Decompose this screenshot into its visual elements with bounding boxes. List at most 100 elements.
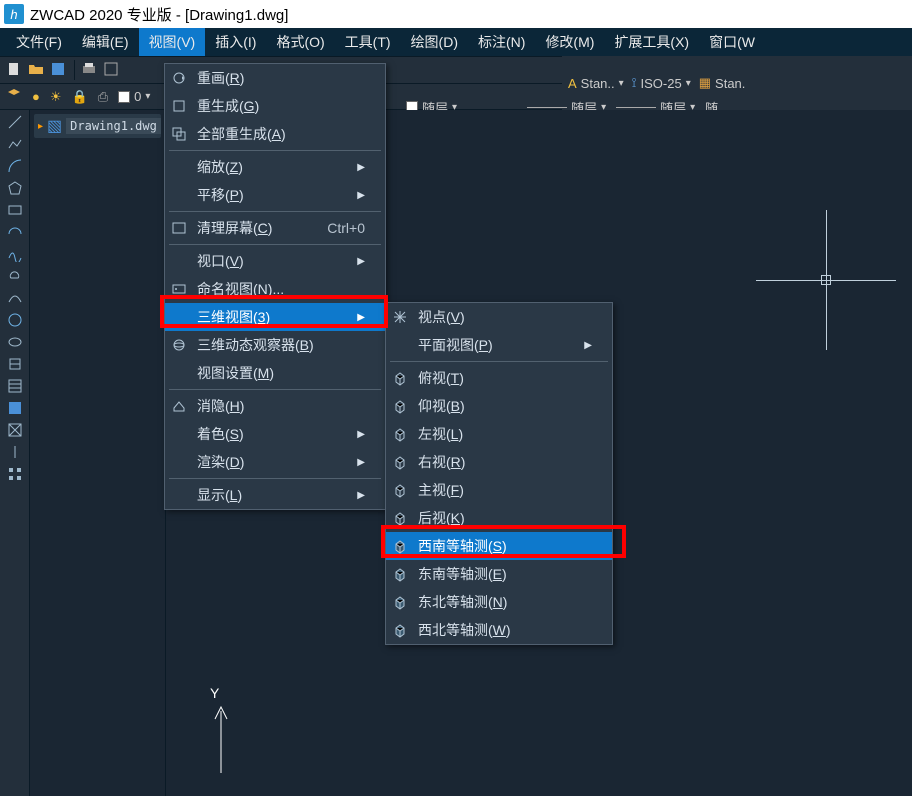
menu-item[interactable]: 左视(L): [386, 420, 612, 448]
ellipse-icon[interactable]: [7, 334, 23, 350]
menu-item[interactable]: 渲染(D)▶: [165, 448, 385, 476]
line-icon[interactable]: [7, 114, 23, 130]
layer-combo[interactable]: 0▾: [118, 89, 150, 104]
menu-item[interactable]: 俯视(T): [386, 364, 612, 392]
menu-item[interactable]: 仰视(B): [386, 392, 612, 420]
menu-item[interactable]: 全部重生成(A): [165, 120, 385, 148]
menu-item-label: 显示(L): [193, 485, 345, 505]
polygon-icon[interactable]: [7, 180, 23, 196]
menu-item-label: 俯视(T): [414, 368, 592, 388]
menu-separator: [390, 361, 608, 362]
print-layer-icon[interactable]: ⎙: [98, 89, 108, 105]
menu-item[interactable]: 文件(F): [6, 28, 72, 56]
lock-icon[interactable]: 🔒: [72, 89, 88, 105]
file-name: Drawing1.dwg: [66, 118, 161, 134]
menu-item[interactable]: 视图设置(M): [165, 359, 385, 387]
menu-accelerator: Ctrl+0: [303, 220, 365, 236]
submenu-arrow-icon: ▶: [345, 457, 365, 468]
menu-separator: [169, 211, 381, 212]
table-style-combo[interactable]: ▦Stan.: [699, 75, 746, 91]
text-style-combo[interactable]: AStan..▾: [568, 76, 624, 91]
expand-icon: ▸: [38, 121, 43, 132]
arc-icon[interactable]: [7, 158, 23, 174]
menu-item[interactable]: 显示(L)▶: [165, 481, 385, 509]
lightbulb-icon[interactable]: ●: [32, 89, 40, 104]
block-icon[interactable]: [7, 356, 23, 372]
submenu-arrow-icon: ▶: [345, 490, 365, 501]
menu-item[interactable]: 着色(S)▶: [165, 420, 385, 448]
save-icon[interactable]: [50, 61, 68, 79]
menu-item[interactable]: 视点(V): [386, 303, 612, 331]
menu-item[interactable]: 三维动态观察器(B): [165, 331, 385, 359]
line2-icon[interactable]: [7, 444, 23, 460]
polyline-icon[interactable]: [7, 136, 23, 152]
layer-icon[interactable]: [6, 87, 22, 106]
menu-bar: 文件(F)编辑(E)视图(V)插入(I)格式(O)工具(T)绘图(D)标注(N)…: [0, 28, 912, 56]
menu-item-label: 视口(V): [193, 251, 345, 271]
menu-item[interactable]: 西北等轴测(W): [386, 616, 612, 644]
menu-item[interactable]: 主视(F): [386, 476, 612, 504]
dim-style-combo[interactable]: ⟟ISO-25▾: [632, 75, 691, 91]
menu-item[interactable]: 东南等轴测(E): [386, 560, 612, 588]
spline-icon[interactable]: [7, 246, 23, 262]
grid-icon[interactable]: [7, 466, 23, 482]
menu-item[interactable]: 工具(T): [335, 28, 401, 56]
menu-item[interactable]: 西南等轴测(S): [386, 532, 612, 560]
menu-item[interactable]: 格式(O): [266, 28, 334, 56]
menu-item[interactable]: 扩展工具(X): [604, 28, 699, 56]
hide-icon: [165, 398, 193, 414]
menu-item[interactable]: 编辑(E): [72, 28, 139, 56]
title-bar: h ZWCAD 2020 专业版 - [Drawing1.dwg]: [0, 0, 912, 28]
bottom-icon: [386, 398, 414, 414]
preview-icon[interactable]: [103, 61, 121, 79]
menu-item[interactable]: 重画(R): [165, 64, 385, 92]
menu-item[interactable]: 视口(V)▶: [165, 247, 385, 275]
menu-item-label: 三维动态观察器(B): [193, 335, 365, 355]
menu-item[interactable]: 平面视图(P)▶: [386, 331, 612, 359]
ucs-y-label: Y: [210, 685, 236, 701]
print-icon[interactable]: [81, 61, 99, 79]
submenu-arrow-icon: ▶: [345, 256, 365, 267]
file-tab[interactable]: ▸ ▧ Drawing1.dwg: [34, 114, 161, 138]
menu-item[interactable]: 视图(V): [139, 28, 206, 56]
cloud-icon[interactable]: [7, 268, 23, 284]
menu-item[interactable]: 消隐(H): [165, 392, 385, 420]
menu-item[interactable]: 命名视图(N)...: [165, 275, 385, 303]
submenu-arrow-icon: ▶: [345, 190, 365, 201]
menu-item[interactable]: 绘图(D): [401, 28, 468, 56]
menu-item[interactable]: 缩放(Z)▶: [165, 153, 385, 181]
menu-item[interactable]: 三维视图(3)▶: [165, 303, 385, 331]
menu-item-label: 平面视图(P): [414, 335, 572, 355]
layer-name: 0: [134, 89, 141, 104]
menu-item[interactable]: 窗口(W: [699, 28, 765, 56]
curve-icon[interactable]: [7, 290, 23, 306]
region-icon[interactable]: [7, 422, 23, 438]
menu-item[interactable]: 插入(I): [205, 28, 266, 56]
ne-icon: [386, 594, 414, 610]
menu-item[interactable]: 右视(R): [386, 448, 612, 476]
file-icon: ▧: [47, 116, 62, 136]
menu-item[interactable]: 清理屏幕(C)Ctrl+0: [165, 214, 385, 242]
menu-item[interactable]: 重生成(G): [165, 92, 385, 120]
arc2-icon[interactable]: [7, 224, 23, 240]
table-style-label: Stan.: [715, 76, 745, 91]
menu-item-label: 全部重生成(A): [193, 124, 365, 144]
text-style-label: Stan..: [581, 76, 615, 91]
circle-icon[interactable]: [7, 312, 23, 328]
view-menu-dropdown: 重画(R)重生成(G) 全部重生成(A) 缩放(Z)▶平移(P)▶ 清理屏幕(C)Ct…: [164, 63, 386, 510]
menu-item[interactable]: 修改(M): [535, 28, 604, 56]
menu-separator: [169, 478, 381, 479]
menu-item[interactable]: 后视(K): [386, 504, 612, 532]
hatch-icon[interactable]: [7, 378, 23, 394]
sun-icon[interactable]: ☀: [50, 89, 62, 105]
menu-item[interactable]: 东北等轴测(N): [386, 588, 612, 616]
menu-item[interactable]: 平移(P)▶: [165, 181, 385, 209]
regen-icon: [165, 98, 193, 114]
menu-item-label: 主视(F): [414, 480, 592, 500]
menu-item[interactable]: 标注(N): [468, 28, 535, 56]
open-icon[interactable]: [28, 61, 46, 79]
new-icon[interactable]: [6, 61, 24, 79]
rectangle-icon[interactable]: [7, 202, 23, 218]
menu-item-label: 左视(L): [414, 424, 592, 444]
boundary-icon[interactable]: [7, 400, 23, 416]
